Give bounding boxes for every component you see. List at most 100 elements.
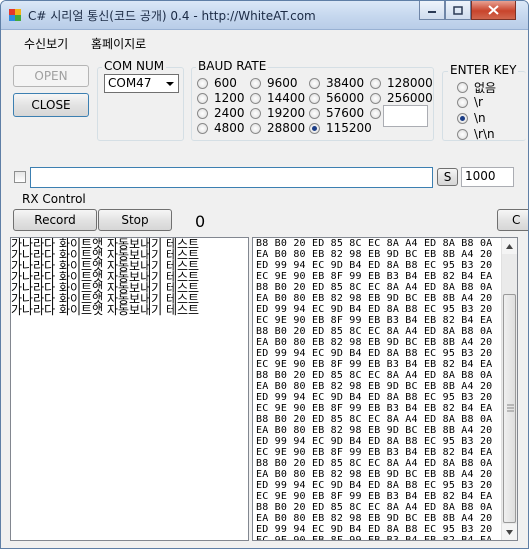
com-port-select[interactable]: COM47 [104, 74, 179, 93]
baud-radio-9600[interactable]: 9600 [250, 76, 298, 90]
hex-line: B8 B0 20 ED 85 8C EC 8A A4 ED 8A B8 0A [256, 414, 493, 425]
radio-dot-checked [457, 112, 468, 124]
baud-radio-4800[interactable]: 4800 [197, 121, 245, 135]
radio-dot [370, 77, 381, 89]
hex-line: B8 B0 20 ED 85 8C EC 8A A4 ED 8A B8 0A [256, 458, 493, 469]
baud-radio-2400[interactable]: 2400 [197, 106, 245, 120]
baud-radio-14400[interactable]: 14400 [250, 91, 305, 105]
record-button[interactable]: Record [13, 209, 97, 231]
radio-dot [197, 92, 208, 104]
radio-dot [250, 107, 261, 119]
scroll-up-button[interactable] [502, 238, 517, 254]
rx-control-label: RX Control [22, 192, 86, 206]
hex-line: EC 9E 90 EB 8F 99 EB B3 B4 EB 82 B4 EA [256, 535, 493, 541]
custom-baud-input[interactable] [383, 105, 428, 127]
baud-label: 600 [214, 76, 237, 90]
hex-line: ED 99 94 EC 9D B4 ED 8A B8 EC 95 B3 20 [256, 260, 493, 271]
com-port-value: COM47 [108, 76, 152, 90]
baud-label: 14400 [267, 91, 306, 105]
radio-dot [370, 92, 381, 104]
hex-line: B8 B0 20 ED 85 8C EC 8A A4 ED 8A B8 0A [256, 502, 493, 513]
hex-line: EA B0 80 EB 82 98 EB 9D BC EB 8B A4 20 [256, 293, 493, 304]
main-window: C# 시리얼 통신(코드 공개) 0.4 - http://WhiteAT.co… [0, 0, 529, 549]
baud-label: 9600 [267, 76, 298, 90]
hex-line: ED 99 94 EC 9D B4 ED 8A B8 EC 95 B3 20 [256, 304, 493, 315]
send-button[interactable]: S [437, 168, 458, 186]
enter-key-label: ENTER KEY [448, 63, 519, 77]
hex-line: EA B0 80 EB 82 98 EB 9D BC EB 8B A4 20 [256, 381, 493, 392]
menu-receive-view[interactable]: 수신보기 [24, 35, 68, 52]
baud-label: 1200 [214, 91, 245, 105]
baud-radio-38400[interactable]: 38400 [309, 76, 364, 90]
baud-radio-56000[interactable]: 56000 [309, 91, 364, 105]
clear-button[interactable]: C [497, 209, 528, 231]
baud-radio-256000[interactable]: 256000 [370, 91, 433, 105]
receive-text-lines: 가나라다 화이트앳 자동보내기 테스트 가나라다 화이트앳 자동보내기 테스트 가나… [11, 238, 248, 317]
com-num-label: COM NUM [102, 59, 167, 73]
chevron-up-icon [506, 243, 513, 249]
baud-radio-1200[interactable]: 1200 [197, 91, 245, 105]
hex-line: EC 9E 90 EB 8F 99 EB B3 B4 EB 82 B4 EA [256, 403, 493, 414]
baud-label: 128000 [387, 76, 433, 90]
baud-radio-115200[interactable]: 115200 [309, 121, 372, 135]
open-button[interactable]: OPEN [13, 65, 89, 87]
hex-line: EC 9E 90 EB 8F 99 EB B3 B4 EB 82 B4 EA [256, 491, 493, 502]
minimize-button[interactable] [419, 1, 445, 20]
send-interval-input[interactable]: 1000 [461, 167, 514, 187]
hex-line: EC 9E 90 EB 8F 99 EB B3 B4 EB 82 B4 EA [256, 315, 493, 326]
radio-dot [309, 77, 320, 89]
chevron-down-icon [506, 529, 513, 535]
text-line: 가나라다 화이트앳 자동보내기 테스트 [11, 303, 200, 317]
stop-button[interactable]: Stop [98, 209, 172, 231]
app-icon [9, 9, 21, 21]
baud-label: 256000 [387, 91, 433, 105]
receive-hex-area[interactable]: B8 B0 20 ED 85 8C EC 8A A4 ED 8A B8 0A EA… [252, 237, 518, 541]
baud-rate-label: BAUD RATE [196, 59, 269, 73]
radio-dot [197, 77, 208, 89]
hex-line: EC 9E 90 EB 8F 99 EB B3 B4 EB 82 B4 EA [256, 359, 493, 370]
enter-key-radio-rn[interactable]: \r\n [457, 127, 495, 141]
close-icon [488, 5, 499, 15]
radio-dot [457, 96, 468, 108]
hex-line: B8 B0 20 ED 85 8C EC 8A A4 ED 8A B8 0A [256, 370, 493, 381]
minimize-icon [428, 11, 436, 13]
maximize-button[interactable] [445, 1, 471, 20]
hex-line: ED 99 94 EC 9D B4 ED 8A B8 EC 95 B3 20 [256, 436, 493, 447]
close-port-button[interactable]: CLOSE [13, 93, 89, 117]
baud-radio-57600[interactable]: 57600 [309, 106, 364, 120]
baud-radio-19200[interactable]: 19200 [250, 106, 305, 120]
baud-label: 4800 [214, 121, 245, 135]
chevron-down-icon [166, 82, 174, 86]
grip-icon [507, 404, 514, 412]
baud-radio-600[interactable]: 600 [197, 76, 237, 90]
hex-line: B8 B0 20 ED 85 8C EC 8A A4 ED 8A B8 0A [256, 326, 493, 337]
baud-radio-28800[interactable]: 28800 [250, 121, 305, 135]
rx-count: 0 [195, 212, 206, 231]
scroll-thumb[interactable] [503, 294, 516, 523]
baud-label: 115200 [326, 121, 372, 135]
hex-scrollbar[interactable] [501, 238, 517, 540]
title-bar[interactable]: C# 시리얼 통신(코드 공개) 0.4 - http://WhiteAT.co… [1, 1, 528, 30]
radio-dot [197, 107, 208, 119]
baud-label: 38400 [326, 76, 365, 90]
send-input[interactable] [30, 167, 433, 188]
maximize-icon [453, 5, 463, 15]
receive-text-area[interactable]: 가나라다 화이트앳 자동보내기 테스트 가나라다 화이트앳 자동보내기 테스트 가나… [10, 237, 249, 541]
auto-send-checkbox[interactable] [14, 171, 26, 183]
scroll-down-button[interactable] [502, 524, 517, 540]
enter-key-radio-n[interactable]: \n [457, 111, 486, 125]
baud-label: 28800 [267, 121, 306, 135]
hex-line: B8 B0 20 ED 85 8C EC 8A A4 ED 8A B8 0A [256, 238, 493, 249]
window-title: C# 시리얼 통신(코드 공개) 0.4 - http://WhiteAT.co… [28, 9, 316, 23]
enter-key-option: 없음 [474, 81, 497, 95]
baud-label: 56000 [326, 91, 365, 105]
menu-bar: 수신보기 홈페이지로 [1, 30, 528, 54]
menu-homepage[interactable]: 홈페이지로 [91, 35, 146, 52]
radio-dot [197, 122, 208, 134]
close-window-button[interactable] [471, 1, 516, 20]
baud-radio-128000[interactable]: 128000 [370, 76, 433, 90]
enter-key-radio-none[interactable]: 없음 [457, 79, 496, 96]
enter-key-radio-r[interactable]: \r [457, 95, 483, 109]
radio-dot [250, 122, 261, 134]
radio-dot-checked [309, 122, 320, 134]
